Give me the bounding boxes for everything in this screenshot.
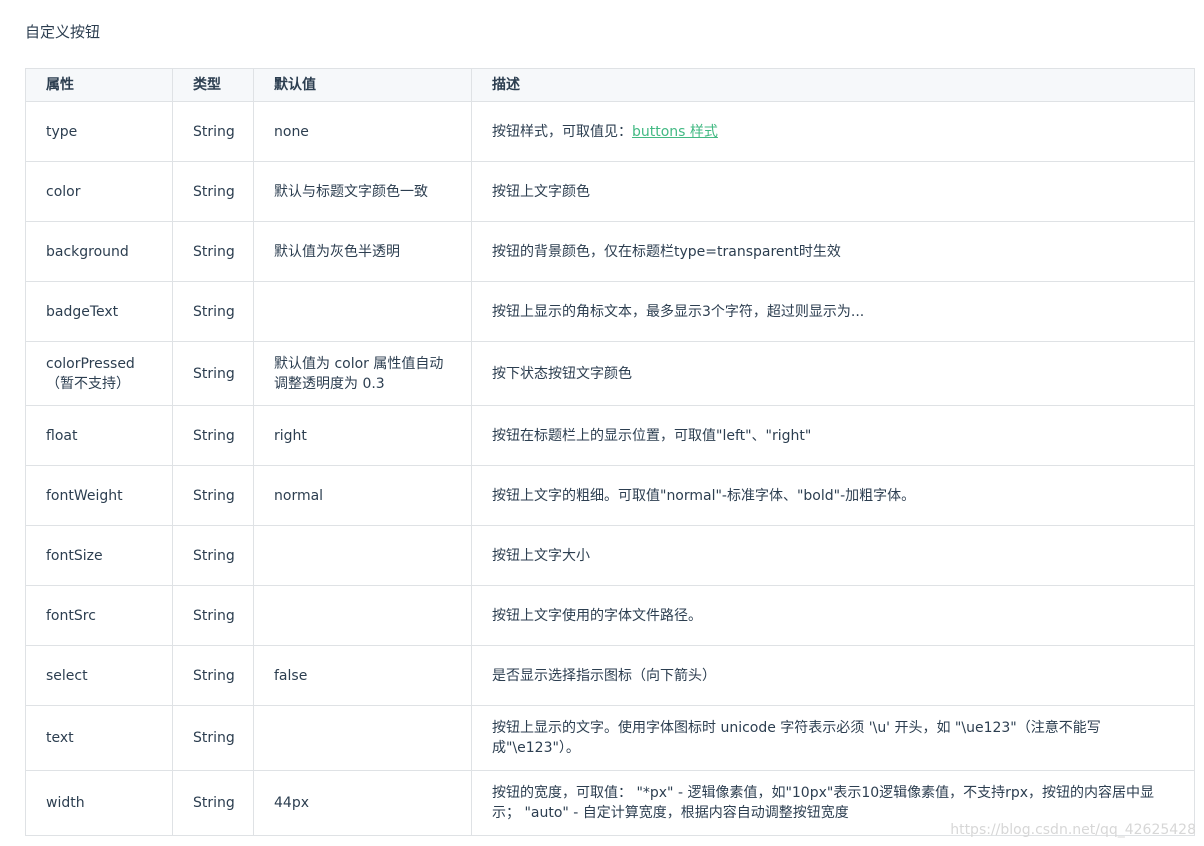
cell-type: String bbox=[172, 405, 254, 466]
table-row: fontSize String 按钮上文字大小 bbox=[25, 525, 1195, 586]
table-row: colorPressed （暂不支持） String 默认值为 color 属性值… bbox=[25, 341, 1195, 406]
cell-type: String bbox=[172, 770, 254, 836]
cell-desc: 按钮上文字颜色 bbox=[471, 161, 1195, 222]
watermark: https://blog.csdn.net/qq_42625428 bbox=[950, 822, 1196, 838]
cell-default: none bbox=[253, 101, 472, 162]
cell-attr: fontSize bbox=[25, 525, 173, 586]
column-header-attr: 属性 bbox=[25, 68, 173, 102]
cell-default bbox=[253, 281, 472, 342]
cell-default: 44px bbox=[253, 770, 472, 836]
cell-type: String bbox=[172, 221, 254, 282]
cell-desc: 按钮上文字使用的字体文件路径。 bbox=[471, 585, 1195, 646]
table-row: float String right 按钮在标题栏上的显示位置，可取值"left… bbox=[25, 405, 1195, 466]
table-row: fontSrc String 按钮上文字使用的字体文件路径。 bbox=[25, 585, 1195, 646]
column-header-type: 类型 bbox=[172, 68, 254, 102]
table-body: type String none 按钮样式，可取值见：buttons 样式 co… bbox=[25, 101, 1195, 836]
cell-desc: 按下状态按钮文字颜色 bbox=[471, 341, 1195, 406]
cell-attr: color bbox=[25, 161, 173, 222]
properties-table: 属性 类型 默认值 描述 type String none 按钮样式，可取值见：… bbox=[25, 68, 1195, 836]
attr-name: colorPressed bbox=[46, 355, 135, 372]
cell-type: String bbox=[172, 101, 254, 162]
table-row: text String 按钮上显示的文字。使用字体图标时 unicode 字符表… bbox=[25, 705, 1195, 771]
table-row: select String false 是否显示选择指示图标（向下箭头） bbox=[25, 645, 1195, 706]
cell-type: String bbox=[172, 585, 254, 646]
table-row: color String 默认与标题文字颜色一致 按钮上文字颜色 bbox=[25, 161, 1195, 222]
cell-attr: float bbox=[25, 405, 173, 466]
table-row: background String 默认值为灰色半透明 按钮的背景颜色，仅在标题… bbox=[25, 221, 1195, 282]
cell-desc: 是否显示选择指示图标（向下箭头） bbox=[471, 645, 1195, 706]
cell-type: String bbox=[172, 645, 254, 706]
table-row: fontWeight String normal 按钮上文字的粗细。可取值"no… bbox=[25, 465, 1195, 526]
cell-desc: 按钮样式，可取值见：buttons 样式 bbox=[471, 101, 1195, 162]
cell-desc: 按钮上显示的文字。使用字体图标时 unicode 字符表示必须 '\u' 开头，… bbox=[471, 705, 1195, 771]
attr-note: （暂不支持） bbox=[46, 375, 130, 392]
cell-default: false bbox=[253, 645, 472, 706]
cell-type: String bbox=[172, 465, 254, 526]
section-title: 自定义按钮 bbox=[25, 23, 101, 41]
cell-attr: background bbox=[25, 221, 173, 282]
cell-type: String bbox=[172, 525, 254, 586]
cell-desc: 按钮上显示的角标文本，最多显示3个字符，超过则显示为... bbox=[471, 281, 1195, 342]
cell-attr: text bbox=[25, 705, 173, 771]
cell-desc: 按钮上文字的粗细。可取值"normal"-标准字体、"bold"-加粗字体。 bbox=[471, 465, 1195, 526]
cell-default: 默认与标题文字颜色一致 bbox=[253, 161, 472, 222]
cell-type: String bbox=[172, 281, 254, 342]
cell-default bbox=[253, 525, 472, 586]
cell-attr: width bbox=[25, 770, 173, 836]
cell-attr: badgeText bbox=[25, 281, 173, 342]
column-header-desc: 描述 bbox=[471, 68, 1195, 102]
table-row: badgeText String 按钮上显示的角标文本，最多显示3个字符，超过则… bbox=[25, 281, 1195, 342]
column-header-default: 默认值 bbox=[253, 68, 472, 102]
cell-default bbox=[253, 705, 472, 771]
cell-attr: fontSrc bbox=[25, 585, 173, 646]
cell-attr: select bbox=[25, 645, 173, 706]
table-header-row: 属性 类型 默认值 描述 bbox=[25, 68, 1195, 102]
buttons-style-link[interactable]: buttons 样式 bbox=[632, 124, 718, 140]
cell-default: 默认值为 color 属性值自动调整透明度为 0.3 bbox=[253, 341, 472, 406]
cell-desc: 按钮上文字大小 bbox=[471, 525, 1195, 586]
cell-default: right bbox=[253, 405, 472, 466]
table-row: type String none 按钮样式，可取值见：buttons 样式 bbox=[25, 101, 1195, 162]
cell-attr: fontWeight bbox=[25, 465, 173, 526]
cell-attr: colorPressed （暂不支持） bbox=[25, 341, 173, 406]
cell-attr: type bbox=[25, 101, 173, 162]
cell-type: String bbox=[172, 705, 254, 771]
cell-type: String bbox=[172, 341, 254, 406]
cell-type: String bbox=[172, 161, 254, 222]
cell-default: normal bbox=[253, 465, 472, 526]
cell-default bbox=[253, 585, 472, 646]
cell-default: 默认值为灰色半透明 bbox=[253, 221, 472, 282]
cell-desc: 按钮在标题栏上的显示位置，可取值"left"、"right" bbox=[471, 405, 1195, 466]
desc-text: 按钮样式，可取值见： bbox=[492, 123, 632, 140]
table-header: 属性 类型 默认值 描述 bbox=[25, 68, 1195, 102]
cell-desc: 按钮的背景颜色，仅在标题栏type=transparent时生效 bbox=[471, 221, 1195, 282]
